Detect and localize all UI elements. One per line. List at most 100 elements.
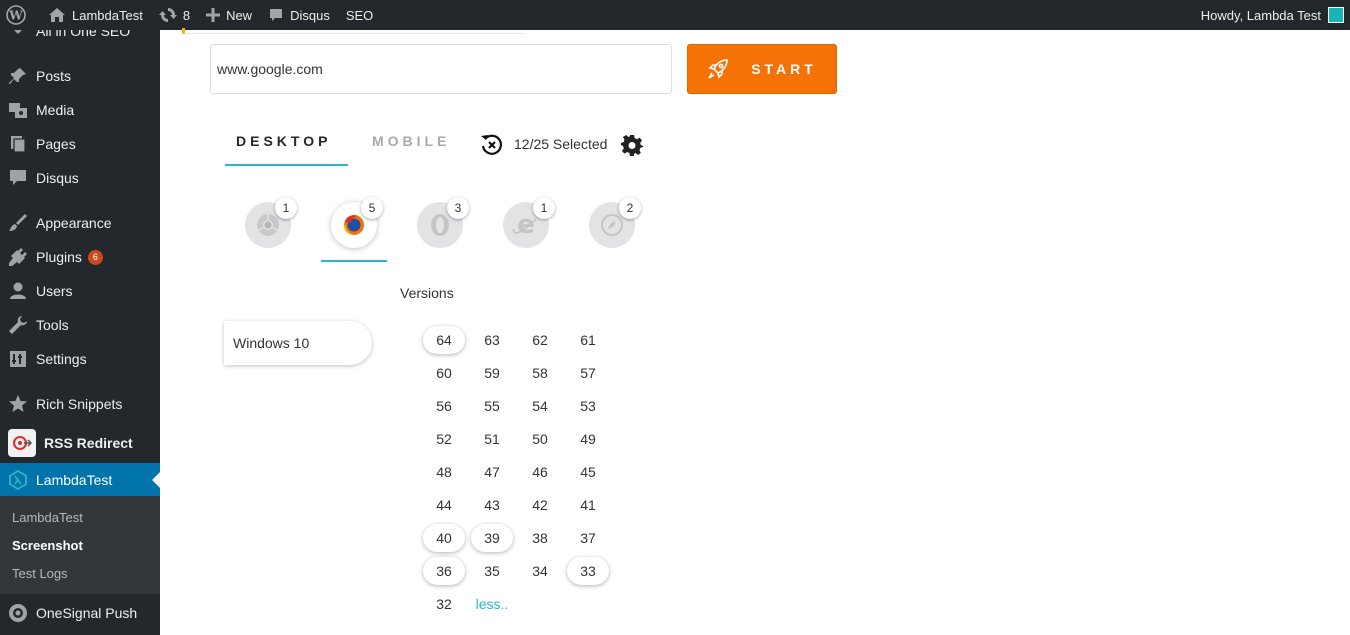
svg-text:e: e	[517, 211, 535, 239]
browser-count-firefox: 5	[361, 197, 383, 219]
start-button[interactable]: START	[687, 44, 837, 94]
sidebar-item-media[interactable]: Media	[0, 93, 160, 127]
sidebar-item-all-in-one-seo[interactable]: All in One SEO	[0, 30, 160, 48]
disqus-link[interactable]: Disqus	[260, 0, 338, 30]
firefox-icon	[344, 215, 364, 235]
sidebar-item-rss-redirect[interactable]: RSS Redirect	[0, 426, 160, 460]
star-icon	[9, 395, 27, 412]
submenu-item-test-logs[interactable]: Test Logs	[12, 566, 68, 581]
gear-icon[interactable]	[621, 134, 643, 156]
seo-label: SEO	[345, 7, 374, 23]
sidebar-item-label: Posts	[36, 68, 72, 84]
tab-desktop[interactable]: DESKTOP	[225, 133, 348, 166]
sidebar-item-label: Media	[36, 102, 75, 118]
sidebar-item-rich-snippets[interactable]: Rich Snippets	[0, 387, 160, 421]
wordpress-logo-icon[interactable]: W	[0, 0, 40, 30]
version-option-47[interactable]: 47	[471, 458, 513, 486]
version-option-62[interactable]: 62	[519, 326, 561, 354]
version-option-56[interactable]: 56	[423, 392, 465, 420]
sidebar-item-onesignal-push[interactable]: OneSignal Push	[0, 596, 160, 630]
version-option-50[interactable]: 50	[519, 425, 561, 453]
version-option-43[interactable]: 43	[471, 491, 513, 519]
sidebar-item-posts[interactable]: Posts	[0, 59, 160, 93]
greeting: Howdy, Lambda Test	[1200, 7, 1321, 23]
version-option-42[interactable]: 42	[519, 491, 561, 519]
browser-count-safari: 2	[619, 197, 641, 219]
sidebar-item-label: Plugins	[36, 249, 82, 265]
tab-mobile[interactable]: MOBILE	[372, 133, 450, 149]
sidebar-item-settings[interactable]: Settings	[0, 342, 160, 376]
sliders-icon	[10, 351, 26, 367]
sidebar-item-label: Tools	[36, 317, 69, 333]
version-option-46[interactable]: 46	[519, 458, 561, 486]
version-option-64[interactable]: 64	[423, 326, 465, 354]
site-name-link[interactable]: LambdaTest	[40, 0, 151, 30]
version-option-36[interactable]: 36	[423, 557, 465, 585]
sidebar-item-disqus[interactable]: Disqus	[0, 161, 160, 195]
sidebar-item-plugins[interactable]: Plugins 6	[0, 240, 160, 274]
version-option-52[interactable]: 52	[423, 425, 465, 453]
version-option-63[interactable]: 63	[471, 326, 513, 354]
start-label: START	[751, 61, 817, 77]
selected-count: 12/25 Selected	[514, 136, 608, 152]
version-option-44[interactable]: 44	[423, 491, 465, 519]
admin-bar: W LambdaTest 8 New Disqus SEO Howdy, Lam…	[0, 0, 1350, 30]
version-option-45[interactable]: 45	[567, 458, 609, 486]
version-option-41[interactable]: 41	[567, 491, 609, 519]
browser-count-ie: 1	[533, 197, 555, 219]
plugins-update-badge: 6	[87, 249, 103, 265]
sidebar-item-tools[interactable]: Tools	[0, 308, 160, 342]
url-input[interactable]	[210, 44, 672, 94]
version-option-32[interactable]: 32	[423, 590, 465, 618]
admin-sidebar: All in One SEO Posts Media Pages Disqus …	[0, 30, 160, 635]
sidebar-item-label: All in One SEO	[36, 30, 131, 39]
version-option-55[interactable]: 55	[471, 392, 513, 420]
version-option-33[interactable]: 33	[567, 557, 609, 585]
chrome-icon	[257, 214, 279, 236]
sidebar-item-label: RSS Redirect	[44, 435, 133, 451]
new-content-link[interactable]: New	[198, 0, 260, 30]
onesignal-icon	[9, 604, 27, 622]
submenu-item-screenshot[interactable]: Screenshot	[12, 538, 83, 553]
version-option-38[interactable]: 38	[519, 524, 561, 552]
seo-link[interactable]: SEO	[338, 0, 381, 30]
browser-count-opera: 3	[447, 197, 469, 219]
sidebar-item-pages[interactable]: Pages	[0, 127, 160, 161]
rss-redirect-logo-icon	[8, 429, 36, 457]
brush-icon	[9, 214, 27, 231]
version-option-58[interactable]: 58	[519, 359, 561, 387]
refresh-icon	[158, 8, 177, 22]
version-option-57[interactable]: 57	[567, 359, 609, 387]
version-option-37[interactable]: 37	[567, 524, 609, 552]
sidebar-item-lambdatest[interactable]: LambdaTest	[0, 463, 160, 497]
version-option-54[interactable]: 54	[519, 392, 561, 420]
version-option-60[interactable]: 60	[423, 359, 465, 387]
version-option-53[interactable]: 53	[567, 392, 609, 420]
sidebar-item-users[interactable]: Users	[0, 274, 160, 308]
version-option-35[interactable]: 35	[471, 557, 513, 585]
version-option-59[interactable]: 59	[471, 359, 513, 387]
plus-icon	[206, 8, 221, 22]
reset-selection-icon[interactable]	[480, 133, 504, 157]
sidebar-item-label: Settings	[36, 351, 87, 367]
submenu-item-lambdatest[interactable]: LambdaTest	[12, 510, 83, 525]
version-option-48[interactable]: 48	[423, 458, 465, 486]
version-option-40[interactable]: 40	[423, 524, 465, 552]
site-name: LambdaTest	[72, 7, 143, 23]
pages-icon	[11, 136, 26, 153]
my-account-link[interactable]: Howdy, Lambda Test	[1193, 0, 1350, 30]
updates-link[interactable]: 8	[151, 0, 198, 30]
version-option-49[interactable]: 49	[567, 425, 609, 453]
less-versions-link[interactable]: less..	[471, 590, 513, 618]
sidebar-item-label: Users	[36, 283, 73, 299]
chevron-icon	[14, 30, 22, 34]
os-item-windows-10[interactable]: Windows 10	[224, 321, 372, 365]
os-label: Windows 10	[233, 335, 310, 351]
version-option-51[interactable]: 51	[471, 425, 513, 453]
version-option-39[interactable]: 39	[471, 524, 513, 552]
lambdatest-submenu: LambdaTest Screenshot Test Logs	[0, 496, 160, 594]
version-option-61[interactable]: 61	[567, 326, 609, 354]
sidebar-item-appearance[interactable]: Appearance	[0, 206, 160, 240]
pin-icon	[9, 68, 26, 84]
version-option-34[interactable]: 34	[519, 557, 561, 585]
